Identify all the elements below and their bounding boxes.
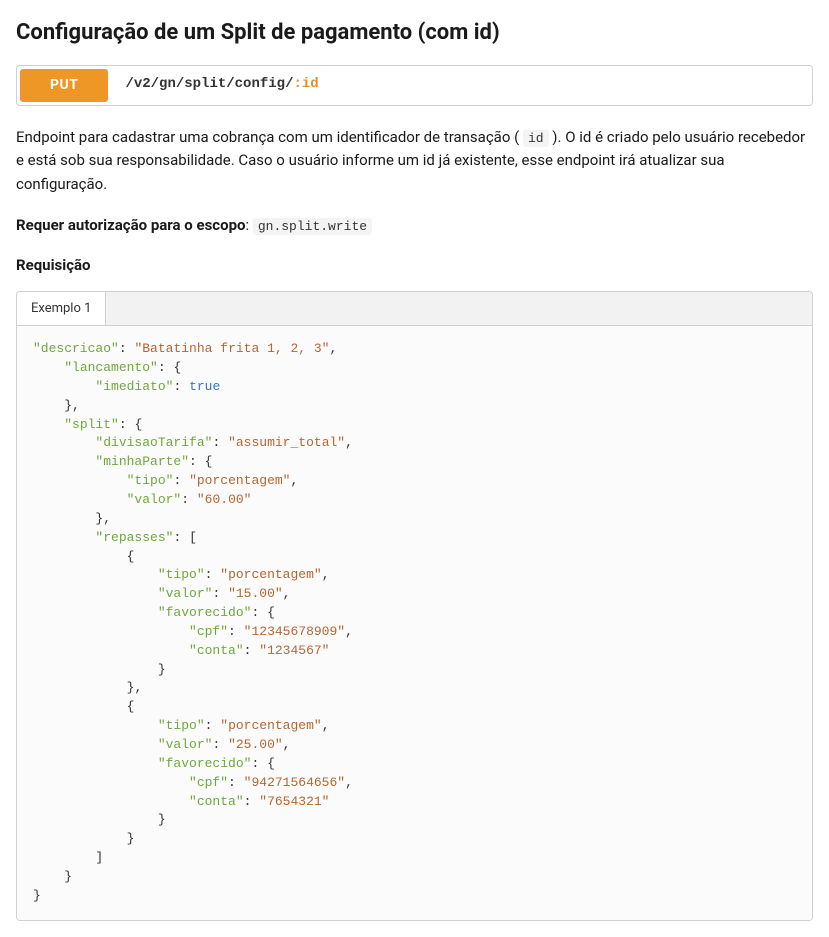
desc-code-id: id: [523, 130, 549, 147]
tab-bar: Exemplo 1: [17, 292, 812, 327]
auth-scope-code: gn.split.write: [253, 218, 372, 235]
http-method-badge: PUT: [20, 69, 108, 102]
auth-sep: :: [245, 216, 252, 234]
endpoint-description: Endpoint para cadastrar uma cobrança com…: [16, 126, 813, 196]
endpoint-path-param: :id: [293, 76, 318, 92]
example-container: Exemplo 1 "descricao": "Batatinha frita …: [16, 291, 813, 921]
request-heading: Requisição: [16, 254, 813, 277]
code-block: "descricao": "Batatinha frita 1, 2, 3", …: [17, 326, 812, 919]
endpoint-path: /v2/gn/split/config/:id: [111, 66, 332, 105]
auth-scope-line: Requer autorização para o escopo: gn.spl…: [16, 214, 813, 237]
desc-before: Endpoint para cadastrar uma cobrança com…: [16, 128, 523, 146]
tab-example-1[interactable]: Exemplo 1: [17, 292, 106, 326]
endpoint-bar: PUT /v2/gn/split/config/:id: [16, 65, 813, 106]
auth-label: Requer autorização para o escopo: [16, 216, 245, 234]
endpoint-path-prefix: /v2/gn/split/config/: [125, 76, 293, 92]
page-title: Configuração de um Split de pagamento (c…: [16, 16, 813, 49]
